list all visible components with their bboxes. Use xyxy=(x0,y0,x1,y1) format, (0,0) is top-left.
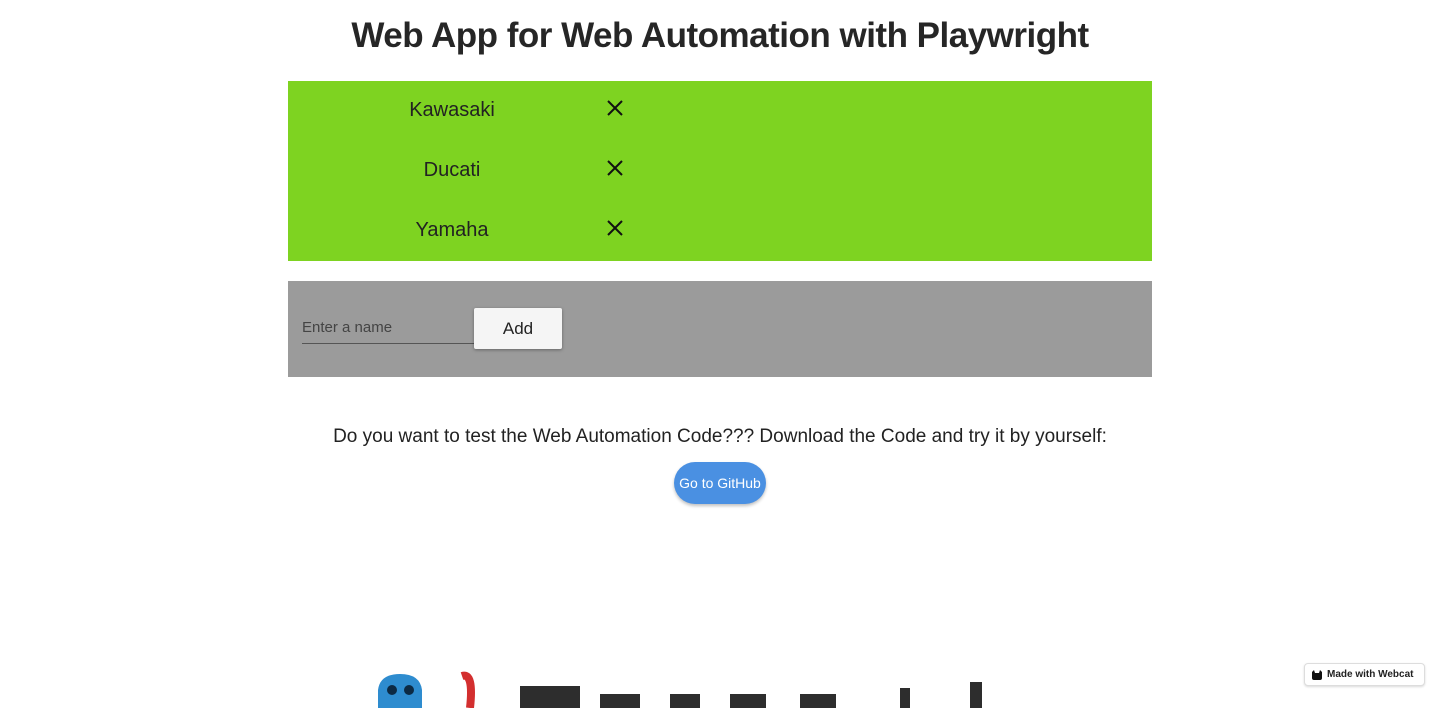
page-title: Web App for Web Automation with Playwrig… xyxy=(351,16,1089,55)
webcat-icon xyxy=(1312,669,1322,680)
close-icon[interactable] xyxy=(604,217,626,239)
github-button[interactable]: Go to GitHub xyxy=(674,462,766,504)
item-name: Yamaha xyxy=(415,219,489,241)
item-name: Kawasaki xyxy=(409,99,495,121)
cta-text: Do you want to test the Web Automation C… xyxy=(333,426,1107,447)
item-name: Ducati xyxy=(423,159,481,181)
add-item-form: Add xyxy=(288,281,1152,377)
close-icon[interactable] xyxy=(604,157,626,179)
close-icon[interactable] xyxy=(604,97,626,119)
playwright-logo xyxy=(378,671,982,708)
name-input[interactable] xyxy=(302,311,474,344)
list-item: Kawasaki xyxy=(288,81,1152,141)
list-item: Yamaha xyxy=(288,201,1152,261)
add-button[interactable]: Add xyxy=(474,308,562,349)
webcat-badge[interactable]: Made with Webcat xyxy=(1304,663,1425,686)
webcat-badge-label: Made with Webcat xyxy=(1327,669,1414,680)
list-item: Ducati xyxy=(288,141,1152,201)
item-list: Kawasaki Ducati Yamaha xyxy=(288,81,1152,261)
